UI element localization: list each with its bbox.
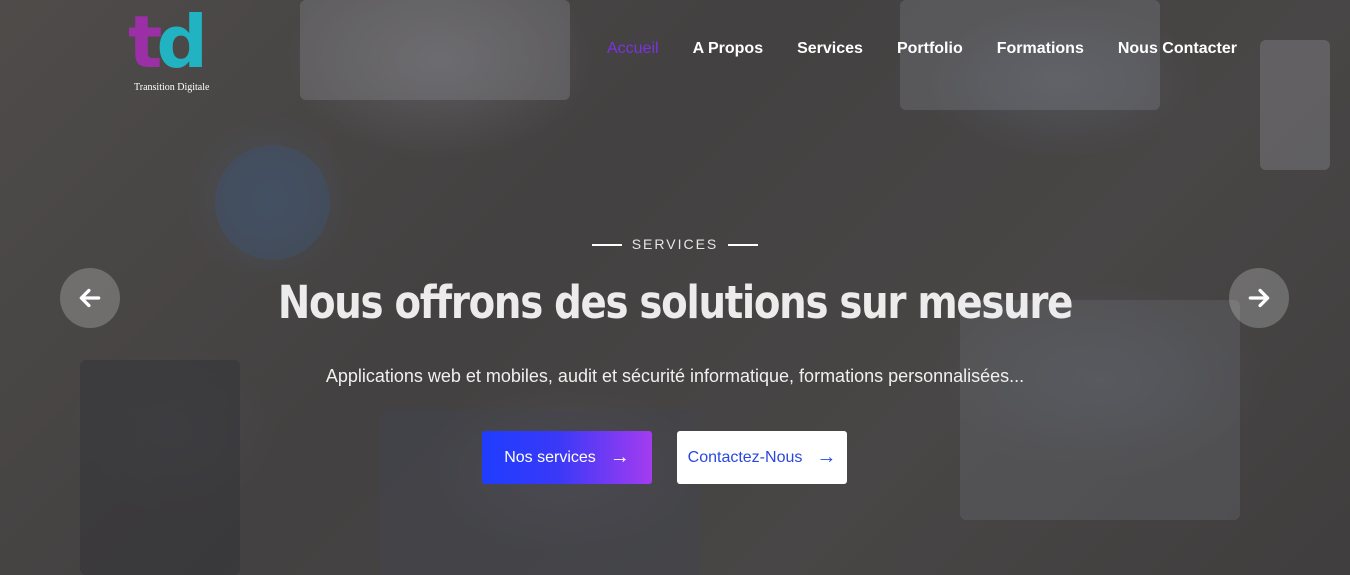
eyebrow-line-left [591, 244, 622, 247]
our-services-button[interactable]: Nos services → [482, 431, 652, 484]
eyebrow-text: SERVICES [631, 236, 719, 252]
nav-item-services[interactable]: Services [797, 38, 863, 60]
nav-item-formations[interactable]: Formations [997, 38, 1084, 60]
hero-subtitle: Applications web et mobiles, audit et sé… [325, 366, 1025, 386]
nav-item-nous-contacter[interactable]: Nous Contacter [1118, 38, 1237, 60]
nav-item-accueil[interactable]: Accueil [607, 38, 659, 60]
logo-mark: td [128, 0, 208, 84]
carousel-next-button[interactable] [1229, 268, 1289, 328]
contact-us-label: Contactez-Nous [687, 448, 803, 466]
nav-item-a-propos[interactable]: A Propos [693, 38, 764, 60]
arrow-right-icon: → [609, 446, 630, 468]
hero-title: Nous offrons des solutions sur mesure [277, 276, 1074, 329]
arrow-right-icon [1248, 288, 1270, 308]
our-services-label: Nos services [504, 448, 596, 466]
eyebrow-line-right [728, 244, 759, 247]
logo-tagline: Transition Digitale [134, 82, 210, 93]
arrow-right-icon: → [816, 446, 837, 468]
hero-eyebrow: SERVICES [0, 236, 1350, 252]
brand-logo[interactable]: td Transition Digitale [128, 6, 228, 96]
nav-item-portfolio[interactable]: Portfolio [897, 38, 963, 60]
main-nav: Accueil A Propos Services Portfolio Form… [607, 38, 1237, 60]
carousel-prev-button[interactable] [60, 268, 120, 328]
contact-us-button[interactable]: Contactez-Nous → [677, 431, 847, 484]
arrow-left-icon [79, 288, 101, 308]
